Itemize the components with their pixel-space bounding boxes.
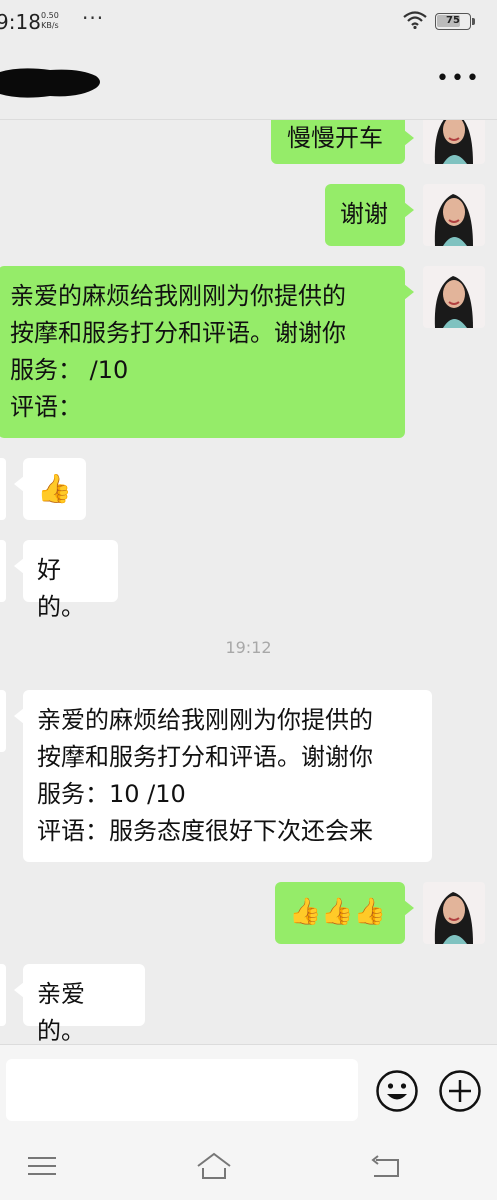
battery-icon: 75 <box>435 13 471 30</box>
network-speed-unit: KB/s <box>41 21 59 30</box>
avatar[interactable] <box>423 882 485 944</box>
battery-level: 75 <box>446 15 460 26</box>
message-bubble-incoming[interactable]: 👍 <box>14 458 86 520</box>
message-bubble-outgoing[interactable]: 谢谢 <box>325 184 414 246</box>
avatar[interactable] <box>0 540 6 602</box>
redacted-contact-name <box>0 68 100 98</box>
message-bubble-outgoing[interactable]: 慢慢开车 <box>271 120 414 164</box>
message-bubble-outgoing[interactable]: 亲爱的麻烦给我刚刚为你提供的 按摩和服务打分和评语。谢谢你 服务： /10 评语… <box>0 266 414 438</box>
network-speed: 0.50 KB/s <box>41 11 59 31</box>
avatar[interactable] <box>0 690 6 752</box>
message-bubble-incoming[interactable]: 好的。 <box>14 540 118 621</box>
avatar[interactable] <box>423 184 485 246</box>
status-bar: 9:18 0.50 KB/s ··· 75 <box>0 0 497 44</box>
battery-cap <box>472 18 475 25</box>
avatar[interactable] <box>0 458 6 520</box>
message-timestamp: 19:12 <box>225 638 272 657</box>
message-bubble-incoming[interactable]: 亲爱的麻烦给我刚刚为你提供的 按摩和服务打分和评语。谢谢你 服务：10 /10 … <box>14 690 432 862</box>
chat-messages: 慢慢开车 谢谢 亲爱的麻烦给我刚刚为你提供的 按摩和服务打分和评语。谢谢你 服务… <box>0 120 497 1044</box>
system-nav-bar <box>0 1132 497 1200</box>
wifi-icon <box>403 11 427 29</box>
message-bubble-outgoing[interactable]: 👍👍👍 <box>275 882 414 944</box>
avatar[interactable] <box>423 266 485 328</box>
message-bubble-incoming[interactable]: 亲爱的。 <box>14 964 145 1044</box>
avatar[interactable] <box>0 964 6 1026</box>
home-icon[interactable] <box>196 1150 232 1182</box>
status-time: 9:18 <box>0 10 41 34</box>
menu-lines-icon[interactable] <box>24 1150 60 1182</box>
message-input[interactable] <box>6 1059 358 1121</box>
message-input-bar <box>0 1044 497 1132</box>
notification-dots: ··· <box>82 6 105 30</box>
back-arrow-icon[interactable] <box>368 1150 404 1182</box>
network-speed-value: 0.50 <box>41 11 59 20</box>
chat-header: ••• <box>0 44 497 120</box>
avatar[interactable] <box>423 120 485 164</box>
more-dots-icon[interactable]: ••• <box>436 66 481 91</box>
emoji-smile-icon[interactable] <box>375 1069 419 1113</box>
plus-circle-icon[interactable] <box>438 1069 482 1113</box>
